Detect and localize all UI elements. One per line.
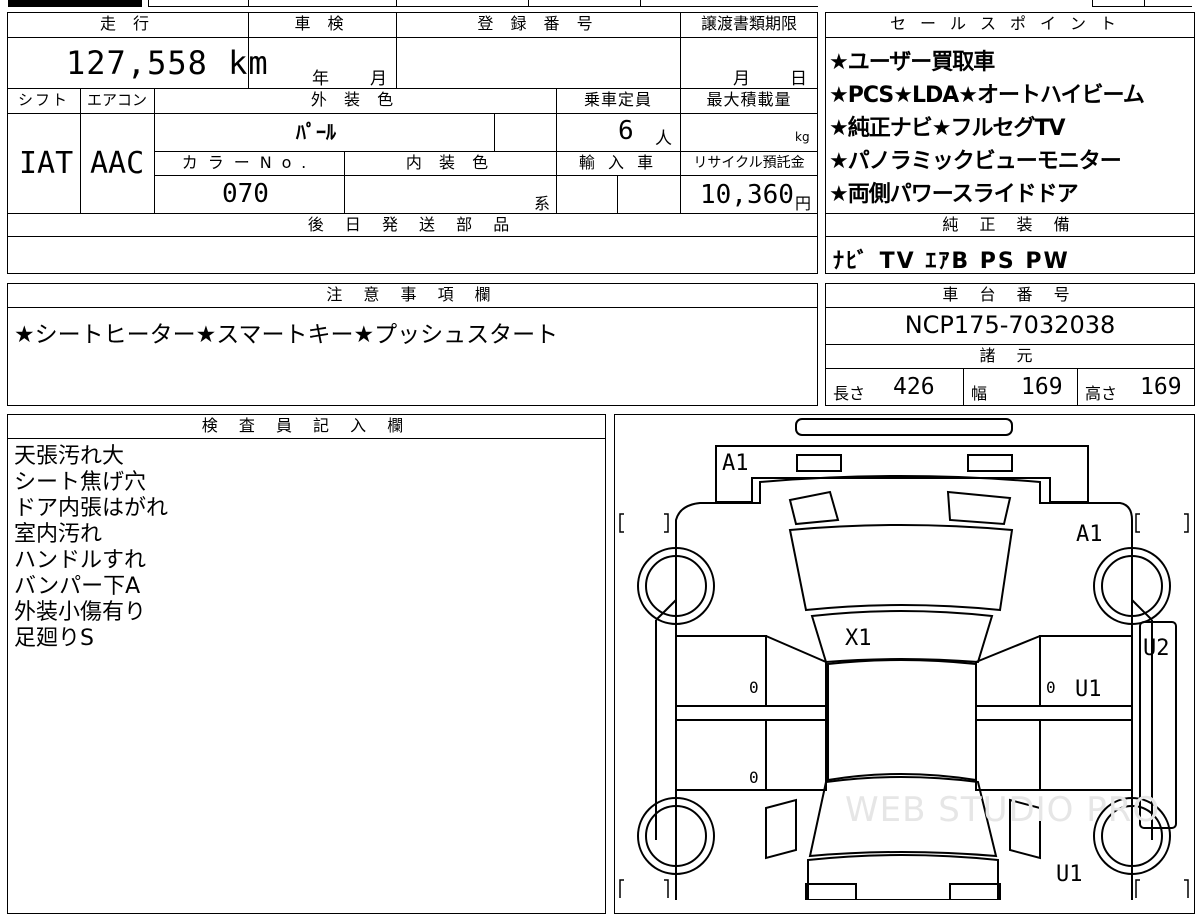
inspector-note-4: 室内汚れ [14, 522, 103, 547]
inspector-note-6: バンパー下A [14, 574, 141, 599]
capacity-value: 6 [618, 116, 634, 146]
shift-value: IAT [19, 146, 74, 181]
sales-point-3: ★純正ナビ★フルセグTV [829, 116, 1065, 141]
inspector-note-5: ハンドルすれ [14, 548, 147, 573]
mark-windshield: X1 [845, 626, 872, 651]
recycle-fee-unit: 円 [795, 194, 812, 213]
color-no-header: カラーNo. [181, 153, 317, 172]
interior-color-header: 内 装 色 [405, 153, 495, 172]
inspector-header: 検 査 員 記 入 欄 [201, 416, 412, 435]
top-black-bar [8, 0, 142, 7]
notes-header: 注 意 事 項 欄 [326, 285, 499, 304]
import-header: 輸 入 車 [578, 153, 658, 172]
exterior-color-header: 外 装 色 [310, 90, 400, 109]
capacity-header: 乗車定員 [583, 90, 652, 109]
exterior-color-value: ﾊﾟｰﾙ [296, 120, 336, 144]
width-label: 幅 [971, 384, 988, 403]
genuine-equipment-header: 純 正 装 備 [942, 215, 1078, 234]
mark-left-rear-door-zero: 0 [749, 768, 759, 787]
notes-value: ★シートヒーター★スマートキー★プッシュスタート [14, 322, 559, 348]
specs-header: 諸 元 [979, 346, 1041, 365]
genuine-equipment-value: ﾅﾋﾞ TV ｴｱB PS PW [833, 249, 1070, 274]
max-load-header: 最大積載量 [706, 90, 792, 109]
transfer-deadline-header: 譲渡書類期限 [700, 14, 797, 33]
sales-point-4: ★パノラミックビューモニター [829, 149, 1122, 174]
deadline-month-label: 月 [733, 69, 750, 89]
registration-header: 登 録 番 号 [477, 14, 599, 33]
sales-point-2: ★PCS★LDA★オートハイビーム [829, 83, 1145, 108]
sales-point-5: ★両側パワースライドドア [829, 182, 1079, 207]
chassis-number: NCP175-7032038 [904, 311, 1116, 339]
mark-right-rear: U1 [1056, 862, 1083, 887]
sales-points-header: セールスポイント [889, 14, 1130, 33]
recycle-header: リサイクル預託金 [693, 155, 805, 171]
inspector-note-2: シート焦げ穴 [14, 470, 147, 495]
aircon-value: AAC [90, 146, 145, 181]
sales-point-1: ★ユーザー買取車 [829, 50, 995, 75]
mark-right-side: U2 [1143, 636, 1170, 661]
watermark: WEB STUDIO PRO [845, 790, 1161, 830]
width-value: 169 [1021, 374, 1063, 400]
inspector-note-8: 足廻りS [14, 626, 94, 651]
height-label: 高さ [1085, 384, 1118, 403]
mileage-value: 127,558 km [66, 44, 269, 82]
chassis-header: 車 台 番 号 [942, 285, 1078, 304]
recycle-fee-value: 10,360 [700, 180, 794, 210]
inspector-note-7: 外装小傷有り [14, 600, 147, 625]
max-load-unit: kg [795, 130, 810, 144]
height-value: 169 [1140, 374, 1182, 400]
mark-left-front-door-zero: 0 [749, 678, 759, 697]
mileage-header: 走 行 [99, 14, 156, 33]
mark-right-front-door-zero: 0 [1046, 678, 1056, 697]
inspection-month-label: 月 [370, 69, 387, 89]
mark-front-right: A1 [1076, 522, 1103, 547]
aircon-header: エアコン [86, 91, 147, 109]
inspector-note-1: 天張汚れ大 [14, 444, 125, 469]
capacity-unit: 人 [655, 129, 672, 149]
mark-front-bumper: A1 [722, 451, 749, 476]
length-label: 長さ [833, 384, 866, 403]
length-value: 426 [893, 374, 935, 400]
shift-header: シフト [17, 91, 69, 109]
deadline-day-label: 日 [790, 69, 807, 89]
inspection-year-label: 年 [312, 69, 329, 89]
inspection-header: 車 検 [294, 14, 350, 33]
inspector-note-3: ドア内張はがれ [14, 496, 169, 521]
color-no-value: 070 [222, 179, 269, 209]
mark-right-front-door: U1 [1075, 677, 1102, 702]
interior-color-suffix: 系 [534, 194, 551, 213]
later-parts-header: 後 日 発 送 部 品 [307, 215, 518, 234]
